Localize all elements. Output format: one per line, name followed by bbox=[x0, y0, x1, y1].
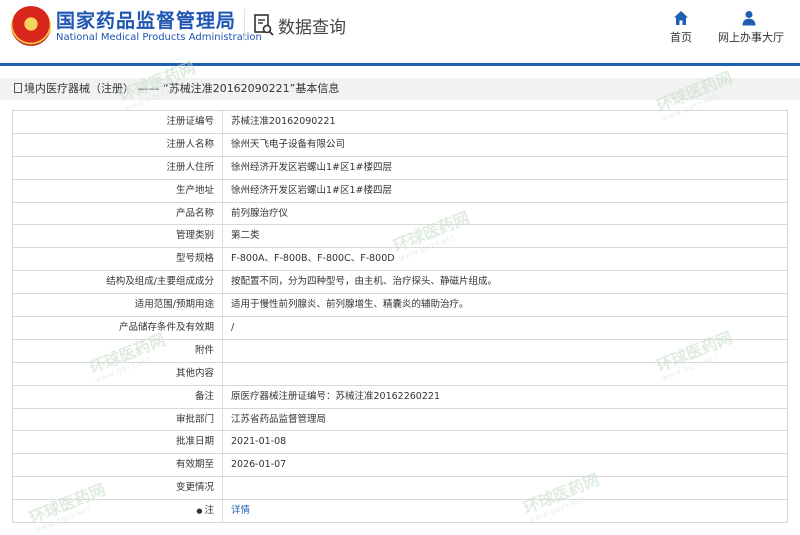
field-value: 前列腺治疗仪 bbox=[222, 201, 788, 226]
field-label: 附件 bbox=[12, 338, 223, 363]
breadcrumb: 境内医疗器械（注册） —— “苏械注准20162090221”基本信息 bbox=[0, 78, 800, 100]
field-label: 有效期至 bbox=[12, 453, 223, 478]
document-search-icon bbox=[254, 14, 274, 36]
field-value: 2026-01-07 bbox=[222, 453, 788, 478]
field-value: 按配置不同，分为四种型号，由主机、治疗探头、静磁片组成。 bbox=[222, 270, 788, 295]
table-row: 附件 bbox=[12, 338, 788, 363]
field-label-text: 其他内容 bbox=[175, 367, 214, 379]
table-row: 变更情况 bbox=[12, 476, 788, 501]
field-label: 适用范围/预期用途 bbox=[12, 293, 223, 318]
table-row: 其他内容 bbox=[12, 361, 788, 386]
field-label-text: 注 bbox=[204, 505, 214, 517]
breadcrumb-text: 境内医疗器械（注册） —— “苏械注准20162090221”基本信息 bbox=[24, 82, 340, 95]
user-icon bbox=[742, 11, 756, 26]
field-label: 注册人住所 bbox=[12, 155, 223, 180]
field-value bbox=[222, 361, 788, 386]
field-label-text: 审批部门 bbox=[175, 413, 214, 425]
document-icon bbox=[14, 83, 22, 93]
table-row: 注册证编号 苏械注准20162090221 bbox=[12, 110, 788, 134]
nav-online-hall-label: 网上办事大厅 bbox=[718, 31, 784, 44]
field-label: 审批部门 bbox=[12, 407, 223, 432]
agency-name-en[interactable]: National Medical Products Administration bbox=[56, 32, 262, 43]
field-label: 其他内容 bbox=[12, 361, 223, 386]
field-value: 2021-01-08 bbox=[222, 430, 788, 455]
table-row: 审批部门 江苏省药品监督管理局 bbox=[12, 407, 788, 432]
nav-home[interactable]: 首页 bbox=[667, 10, 695, 45]
header-divider bbox=[244, 9, 245, 41]
detail-table: 注册证编号 苏械注准20162090221 注册人名称 徐州天飞电子设备有限公司 注册人… bbox=[12, 110, 788, 524]
field-value: 徐州经济开发区岩螺山1#区1#楼四层 bbox=[222, 155, 788, 180]
field-label: 备注 bbox=[12, 384, 223, 409]
field-label: ● 注 bbox=[12, 499, 223, 524]
field-label-text: 结构及组成/主要组成成分 bbox=[106, 276, 214, 288]
field-label-text: 生产地址 bbox=[175, 184, 214, 196]
field-label: 管理类别 bbox=[12, 224, 223, 249]
field-value: 原医疗器械注册证编号：苏械注准20162260221 bbox=[222, 384, 788, 409]
table-row: 备注 原医疗器械注册证编号：苏械注准20162260221 bbox=[12, 384, 788, 409]
field-label: 注册人名称 bbox=[12, 132, 223, 157]
field-value: 江苏省药品监督管理局 bbox=[222, 407, 788, 432]
field-value: 适用于慢性前列腺炎、前列腺增生、精囊炎的辅助治疗。 bbox=[222, 293, 788, 318]
field-label: 结构及组成/主要组成成分 bbox=[12, 270, 223, 295]
table-row: 生产地址 徐州经济开发区岩螺山1#区1#楼四层 bbox=[12, 178, 788, 203]
field-label: 产品储存条件及有效期 bbox=[12, 316, 223, 340]
field-label-text: 有效期至 bbox=[175, 459, 214, 471]
field-label-text: 注册人住所 bbox=[166, 161, 214, 173]
field-label: 变更情况 bbox=[12, 476, 223, 501]
data-query-title: 数据查询 bbox=[278, 18, 346, 38]
field-value bbox=[222, 338, 788, 363]
field-label-text: 注册人名称 bbox=[166, 138, 214, 150]
table-row: 批准日期 2021-01-08 bbox=[12, 430, 788, 455]
field-label: 型号规格 bbox=[12, 247, 223, 272]
field-label-text: 批准日期 bbox=[175, 436, 214, 448]
field-value: F-800A、F-800B、F-800C、F-800D bbox=[222, 247, 788, 272]
table-row: 型号规格 F-800A、F-800B、F-800C、F-800D bbox=[12, 247, 788, 272]
table-row: 注册人名称 徐州天飞电子设备有限公司 bbox=[12, 132, 788, 157]
table-row: ● 注详情 bbox=[12, 499, 788, 524]
field-label-text: 型号规格 bbox=[175, 253, 214, 265]
field-value: 苏械注准20162090221 bbox=[222, 110, 788, 134]
field-label-text: 注册证编号 bbox=[166, 115, 214, 127]
field-label-text: 变更情况 bbox=[175, 482, 214, 494]
field-value: 详情 bbox=[222, 499, 788, 524]
header-accent-bar bbox=[0, 63, 800, 66]
field-value: 第二类 bbox=[222, 224, 788, 249]
table-row: 结构及组成/主要组成成分 按配置不同，分为四种型号，由主机、治疗探头、静磁片组成。 bbox=[12, 270, 788, 295]
table-row: 适用范围/预期用途 适用于慢性前列腺炎、前列腺增生、精囊炎的辅助治疗。 bbox=[12, 293, 788, 318]
field-label: 产品名称 bbox=[12, 201, 223, 226]
home-icon bbox=[674, 11, 688, 25]
field-value: 徐州经济开发区岩螺山1#区1#楼四层 bbox=[222, 178, 788, 203]
table-row: 管理类别 第二类 bbox=[12, 224, 788, 249]
field-label: 批准日期 bbox=[12, 430, 223, 455]
national-emblem-logo: ★ bbox=[11, 6, 51, 46]
table-row: 产品储存条件及有效期 / bbox=[12, 316, 788, 340]
field-value: / bbox=[222, 316, 788, 340]
site-header: ★ 国家药品监督管理局 National Medical Products Ad… bbox=[0, 0, 800, 52]
nav-online-hall[interactable]: 网上办事大厅 bbox=[718, 10, 784, 45]
note-pin-icon: ● bbox=[196, 507, 203, 516]
field-label-text: 附件 bbox=[194, 344, 214, 356]
field-label-text: 产品名称 bbox=[175, 207, 214, 219]
nav-home-label: 首页 bbox=[670, 31, 692, 44]
field-value: 徐州天飞电子设备有限公司 bbox=[222, 132, 788, 157]
table-row: 产品名称 前列腺治疗仪 bbox=[12, 201, 788, 226]
field-label-text: 适用范围/预期用途 bbox=[134, 299, 214, 311]
field-label-text: 产品储存条件及有效期 bbox=[118, 321, 214, 333]
field-label: 生产地址 bbox=[12, 178, 223, 203]
table-row: 有效期至 2026-01-07 bbox=[12, 453, 788, 478]
field-label-text: 备注 bbox=[194, 390, 214, 402]
field-label-text: 管理类别 bbox=[175, 230, 214, 242]
table-row: 注册人住所 徐州经济开发区岩螺山1#区1#楼四层 bbox=[12, 155, 788, 180]
field-label: 注册证编号 bbox=[12, 110, 223, 134]
details-link[interactable]: 详情 bbox=[231, 505, 250, 516]
agency-name-cn[interactable]: 国家药品监督管理局 bbox=[56, 6, 236, 33]
field-value bbox=[222, 476, 788, 501]
